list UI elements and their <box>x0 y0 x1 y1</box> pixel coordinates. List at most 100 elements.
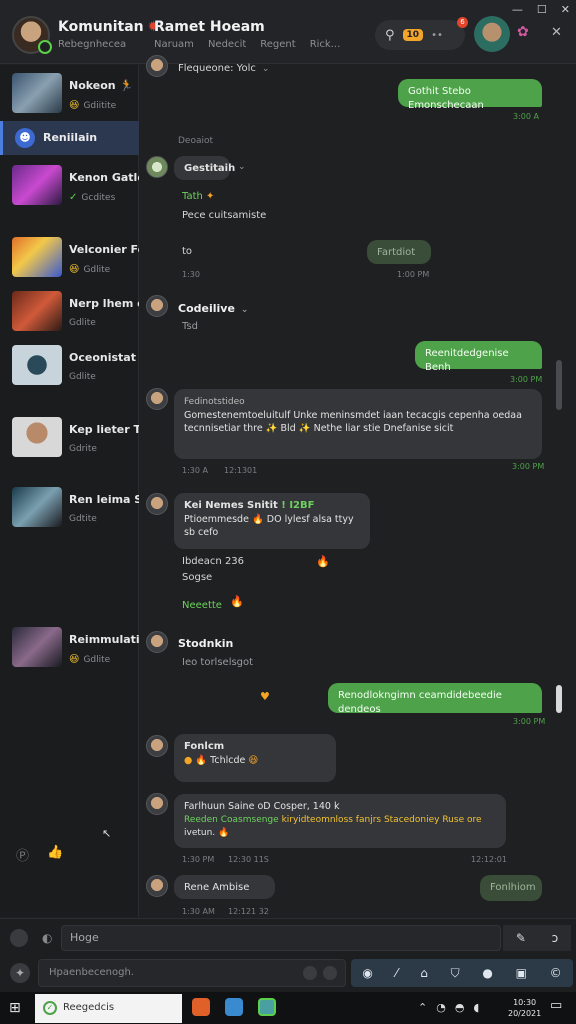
chat-name: Ramet Hoeam <box>154 19 265 35</box>
image-icon[interactable]: ▣ <box>516 966 527 980</box>
sidebar-item-label: Nerp lhem ot <box>69 297 139 310</box>
clock[interactable]: 10:30 20/2021 <box>508 997 541 1019</box>
message-line: Tsd <box>182 321 199 332</box>
maximize-button[interactable]: ☐ <box>537 3 547 16</box>
group-thumbnail <box>12 237 62 277</box>
online-badge <box>38 40 52 54</box>
avatar[interactable] <box>146 735 168 757</box>
tab-more[interactable]: Rick... <box>310 39 341 50</box>
message-input[interactable]: Hoge <box>61 925 501 951</box>
tab-nedecit[interactable]: Nedecit <box>208 39 246 50</box>
toolbar: ◉ ⁄ ⌂ ⛉ ● ▣ © <box>351 959 573 987</box>
add-icon[interactable]: ✦ <box>10 963 30 983</box>
close-button[interactable]: ✕ <box>561 3 570 16</box>
app-icon-files[interactable] <box>225 998 243 1016</box>
secondary-input[interactable]: Hpaenbecenogh. <box>38 959 346 987</box>
incoming-message[interactable]: Rene Ambise <box>174 875 275 899</box>
shield-icon[interactable]: ⛉ <box>451 966 460 981</box>
avatar[interactable] <box>146 493 168 515</box>
message-time: 1:30 A <box>182 466 208 475</box>
minimize-button[interactable]: — <box>512 3 523 16</box>
message-sender-chip[interactable]: Gestitaih <box>174 156 235 180</box>
incoming-message[interactable]: Farlhuun Saine oD Cosper, 140 k Reeden C… <box>174 794 506 848</box>
bag-icon[interactable]: ⌂ <box>420 966 428 980</box>
app-icon-game[interactable] <box>192 998 210 1016</box>
network-icon[interactable]: ◓ <box>455 1001 465 1014</box>
message-text: Ptioemmesde 🔥 DO lylesf alsa ttyy sb cef… <box>184 514 354 538</box>
group-thumbnail <box>12 627 62 667</box>
incoming-message[interactable]: Kei Nemes Snitit ! I2BF Ptioemmesde 🔥 DO… <box>174 493 370 549</box>
outgoing-message[interactable]: Reenitdedgenise Benh <box>415 341 542 373</box>
outgoing-message[interactable]: Renodlokngimn ceamdidebeedie dendeos <box>328 683 542 715</box>
incoming-message[interactable]: Fedinotstideo Gomestenemtoeluitulf Unke … <box>174 389 542 459</box>
input-icons <box>303 966 337 980</box>
outgoing-message[interactable]: Fonlhiom <box>480 875 542 901</box>
fire-icon: 🔥 <box>316 555 330 568</box>
windows-start-icon[interactable]: ⊞ <box>9 1000 21 1016</box>
pen-icon[interactable]: ✎ <box>516 931 526 945</box>
brush-icon[interactable]: ⁄ <box>396 966 398 980</box>
more-icon[interactable]: •• <box>431 30 443 41</box>
sidebar-item-nokeon[interactable]: Nokeon 🏃 😆 Gdiitite <box>0 73 139 121</box>
avatar[interactable] <box>146 793 168 815</box>
apps-icon[interactable] <box>10 929 28 947</box>
sidebar-item-kenon[interactable]: Kenon Gatley ✓Gcdites <box>0 165 139 213</box>
wifi-icon[interactable]: ◔ <box>436 1001 446 1014</box>
thumbs-up-icon[interactable]: 👍 <box>47 845 63 864</box>
emoji-icon: ● 🔥 <box>184 755 208 766</box>
speaker-icon[interactable]: ◖ <box>473 1001 479 1014</box>
sidebar-item-nerp[interactable]: Nerp lhem ot Gdlite <box>0 291 139 339</box>
avatar[interactable] <box>146 295 168 317</box>
search-box[interactable]: ⚲ 10 •• <box>375 20 465 50</box>
avatar[interactable] <box>146 388 168 410</box>
sidebar-item-active[interactable]: ☻ Reniilain <box>0 121 139 155</box>
outgoing-message[interactable]: Fartdiot <box>367 240 431 264</box>
gif-icon[interactable] <box>323 966 337 980</box>
message-time: 3:00 PM <box>510 375 543 384</box>
notification-center-icon[interactable]: ▭ <box>550 998 562 1013</box>
taskbar-search[interactable]: ✓ Reegedcis <box>35 994 182 1023</box>
c-icon[interactable]: ↄ <box>552 931 559 945</box>
message-sender: Farlhuun Saine oD Cosper, 140 k <box>184 801 340 812</box>
community-subtitle: Rebegnhecea <box>58 39 127 50</box>
message-line: Neeette <box>182 600 222 611</box>
sidebar-item-ren[interactable]: Ren leima S Gdtite <box>0 487 139 535</box>
tab-naruam[interactable]: Naruam <box>154 39 194 50</box>
chevron-down-icon[interactable]: ⌄ <box>238 162 246 172</box>
sticker-icon[interactable]: ◉ <box>362 966 372 980</box>
sidebar-item-velconier[interactable]: Velconier Foc 😆Gdlite <box>0 237 139 285</box>
chat-header: Komunitan ✹ Rebegnhecea Ramet Hoeam Narua… <box>0 0 576 64</box>
clock-date: 20/2021 <box>508 1009 542 1018</box>
sidebar-item-label: Kenon Gatley <box>69 171 139 184</box>
scrollbar[interactable] <box>556 75 562 917</box>
emoji-icon: ✦ <box>206 191 215 202</box>
fire-icon: 🔥 <box>230 595 244 608</box>
sidebar-item-oceonistat[interactable]: Oceonistat Gdlite <box>0 345 139 393</box>
user-avatar[interactable] <box>474 16 510 52</box>
pin-icon[interactable]: Ⓟ <box>16 845 29 864</box>
notification-badge: 6 <box>457 17 468 28</box>
outgoing-message[interactable]: Gothit Stebo Emonschecaan <box>398 79 542 111</box>
scrollbar-thumb[interactable] <box>556 360 562 410</box>
favorite-icon[interactable]: ✿ <box>517 24 529 40</box>
incoming-message[interactable]: Fonlcm ● 🔥 Tchlcde 😆 <box>174 734 336 782</box>
attach-icon[interactable]: ◐ <box>42 931 52 945</box>
tab-regent[interactable]: Regent <box>260 39 295 50</box>
avatar[interactable] <box>146 55 168 77</box>
avatar[interactable] <box>146 631 168 653</box>
sidebar-item-kep[interactable]: Kep lieter Tot Gdrite <box>0 417 139 465</box>
sidebar-item-reimmulatis[interactable]: Reimmulatis 😆 Gdlite <box>0 627 139 675</box>
app-icon-browser[interactable] <box>258 998 276 1016</box>
search-icon: ⚲ <box>385 27 395 43</box>
emoji-icon[interactable] <box>303 966 317 980</box>
sidebar-item-meta: Gdtite <box>69 514 97 524</box>
avatar[interactable] <box>146 875 168 897</box>
ball-icon[interactable]: ● <box>482 966 492 980</box>
scrollbar-handle[interactable] <box>556 685 562 713</box>
chevron-up-icon[interactable]: ⌃ <box>418 1001 427 1014</box>
message-line: to <box>182 246 193 257</box>
close-chat-icon[interactable]: ✕ <box>551 25 562 40</box>
message-list[interactable]: Flequeone: Yolc ⌄ Gothit Stebo Emonscheca… <box>140 55 552 917</box>
coin-icon[interactable]: © <box>550 966 562 980</box>
avatar[interactable] <box>146 156 168 178</box>
